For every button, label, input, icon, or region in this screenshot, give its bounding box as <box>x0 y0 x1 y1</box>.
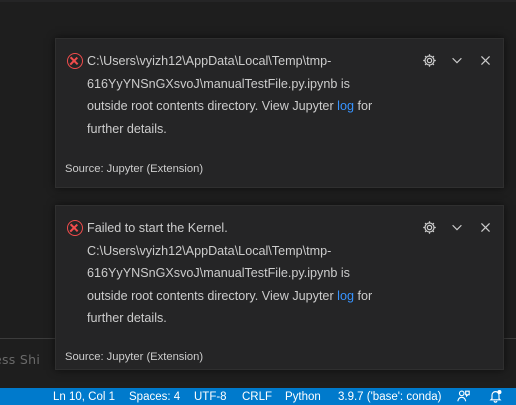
feedback-icon[interactable] <box>456 389 472 404</box>
line-ending[interactable]: CRLF <box>242 390 272 404</box>
close-icon[interactable] <box>475 50 495 70</box>
error-icon <box>67 220 83 236</box>
top-strip <box>0 0 516 2</box>
gear-icon[interactable] <box>419 217 439 237</box>
input-placeholder: ess Shi <box>0 352 41 367</box>
notification-source: Source: Jupyter (Extension) <box>65 163 204 175</box>
close-icon[interactable] <box>475 217 495 237</box>
log-link[interactable]: log <box>337 289 354 303</box>
language-mode[interactable]: Python <box>285 390 321 404</box>
notification-source: Source: Jupyter (Extension) <box>65 351 204 363</box>
notification-toast: C:\Users\vyizh12\AppData\Local\Temp\tmp-… <box>55 38 504 188</box>
notification-actions <box>419 50 495 70</box>
cursor-position[interactable]: Ln 10, Col 1 <box>53 390 115 404</box>
notification-toast: Failed to start the Kernel. C:\Users\vyi… <box>55 205 504 370</box>
indentation[interactable]: Spaces: 4 <box>129 390 180 404</box>
bell-icon[interactable] <box>488 389 504 404</box>
gear-icon[interactable] <box>419 50 439 70</box>
notification-actions <box>419 217 495 237</box>
chevron-down-icon[interactable] <box>447 217 467 237</box>
message-text: Failed to start the Kernel. C:\Users\vyi… <box>87 221 350 303</box>
error-icon <box>67 53 83 69</box>
notification-message: C:\Users\vyizh12\AppData\Local\Temp\tmp-… <box>87 50 387 140</box>
message-text: C:\Users\vyizh12\AppData\Local\Temp\tmp-… <box>87 54 350 113</box>
chevron-down-icon[interactable] <box>447 50 467 70</box>
log-link[interactable]: log <box>337 99 354 113</box>
notification-message: Failed to start the Kernel. C:\Users\vyi… <box>87 217 387 330</box>
encoding[interactable]: UTF-8 <box>194 390 227 404</box>
python-interpreter[interactable]: 3.9.7 ('base': conda) <box>338 390 441 404</box>
status-bar: Ln 10, Col 1 Spaces: 4 UTF-8 CRLF Python… <box>0 388 516 405</box>
